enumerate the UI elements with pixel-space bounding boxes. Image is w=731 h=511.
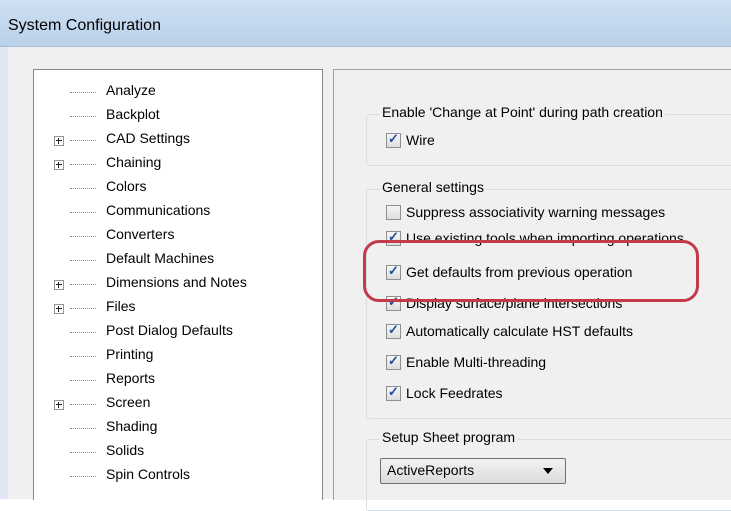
tree-item-label: Printing <box>106 346 154 362</box>
calculate-hst-label: Automatically calculate HST defaults <box>406 323 633 339</box>
tree-item-label: CAD Settings <box>106 130 191 146</box>
tree-item-shading[interactable]: Shading <box>34 416 322 440</box>
expand-plus-icon[interactable] <box>54 400 64 410</box>
tree-item-label: Dimensions and Notes <box>106 274 247 290</box>
tree-item-label: Communications <box>106 202 211 218</box>
tree-item-files[interactable]: Files <box>34 296 322 320</box>
title-bar: System Configuration <box>0 0 731 47</box>
settings-tree[interactable]: Analyze Backplot CAD Settings Chaining C… <box>33 69 323 500</box>
tree-connector <box>70 164 96 165</box>
tree-item-printing[interactable]: Printing <box>34 344 322 368</box>
general-settings-legend: General settings <box>380 179 486 195</box>
tree-item-label: Chaining <box>106 154 162 170</box>
tree-item-cad-settings[interactable]: CAD Settings <box>34 128 322 152</box>
setup-sheet-dropdown[interactable]: ActiveReports <box>380 458 566 484</box>
expand-plus-icon[interactable] <box>54 136 64 146</box>
wire-label: Wire <box>406 132 435 148</box>
tree-connector <box>70 332 96 333</box>
expand-plus-icon[interactable] <box>54 160 64 170</box>
tree-item-label: Backplot <box>106 106 160 122</box>
suppress-associativity-checkbox[interactable] <box>386 205 401 220</box>
tree-item-analyze[interactable]: Analyze <box>34 80 322 104</box>
tree-item-colors[interactable]: Colors <box>34 176 322 200</box>
tree-item-label: Converters <box>106 226 175 242</box>
suppress-associativity-label: Suppress associativity warning messages <box>406 204 666 220</box>
tree-connector <box>70 404 96 405</box>
tree-connector <box>70 356 96 357</box>
tree-connector <box>70 140 96 141</box>
tree-connector <box>70 428 96 429</box>
tree-item-label: Colors <box>106 178 147 194</box>
tree-connector <box>70 92 96 93</box>
tree-item-label: Analyze <box>106 82 156 98</box>
tree-item-label: Files <box>106 298 136 314</box>
tree-connector <box>70 236 96 237</box>
tree-connector <box>70 116 96 117</box>
expand-plus-icon[interactable] <box>54 304 64 314</box>
tree-item-screen[interactable]: Screen <box>34 392 322 416</box>
tree-item-reports[interactable]: Reports <box>34 368 322 392</box>
tree-item-dimensions-and-notes[interactable]: Dimensions and Notes <box>34 272 322 296</box>
tree-item-label: Post Dialog Defaults <box>106 322 233 338</box>
tree-item-spin-controls[interactable]: Spin Controls <box>34 464 322 488</box>
tree-item-solids[interactable]: Solids <box>34 440 322 464</box>
lock-feedrates-label: Lock Feedrates <box>406 385 503 401</box>
tree-item-label: Spin Controls <box>106 466 191 482</box>
tree-connector <box>70 308 96 309</box>
window-title: System Configuration <box>8 17 161 34</box>
tree-item-backplot[interactable]: Backplot <box>34 104 322 128</box>
tree-item-communications[interactable]: Communications <box>34 200 322 224</box>
tree-item-label: Reports <box>106 370 156 386</box>
expand-plus-icon[interactable] <box>54 280 64 290</box>
tree-item-label: Screen <box>106 394 151 410</box>
tree-connector <box>70 476 96 477</box>
tree-connector <box>70 452 96 453</box>
tree-item-default-machines[interactable]: Default Machines <box>34 248 322 272</box>
tree-item-label: Shading <box>106 418 158 434</box>
calculate-hst-checkbox[interactable] <box>386 322 401 339</box>
setup-sheet-legend: Setup Sheet program <box>380 429 518 445</box>
wire-checkbox[interactable] <box>386 131 401 148</box>
tree-connector <box>70 212 96 213</box>
highlight-annotation <box>363 240 699 302</box>
left-frame-strip <box>0 47 8 499</box>
multi-threading-checkbox[interactable] <box>386 353 401 370</box>
tree-connector <box>70 284 96 285</box>
tree-connector <box>70 188 96 189</box>
lock-feedrates-checkbox[interactable] <box>386 384 401 401</box>
tree-connector <box>70 380 96 381</box>
chevron-down-icon <box>543 468 553 474</box>
tree-item-converters[interactable]: Converters <box>34 224 322 248</box>
multi-threading-label: Enable Multi-threading <box>406 354 547 370</box>
tree-item-chaining[interactable]: Chaining <box>34 152 322 176</box>
change-at-point-legend: Enable 'Change at Point' during path cre… <box>380 104 665 120</box>
setup-sheet-selected-value: ActiveReports <box>387 462 475 478</box>
tree-connector <box>70 260 96 261</box>
tree-item-label: Default Machines <box>106 250 215 266</box>
tree-item-label: Solids <box>106 442 145 458</box>
tree-item-post-dialog-defaults[interactable]: Post Dialog Defaults <box>34 320 322 344</box>
